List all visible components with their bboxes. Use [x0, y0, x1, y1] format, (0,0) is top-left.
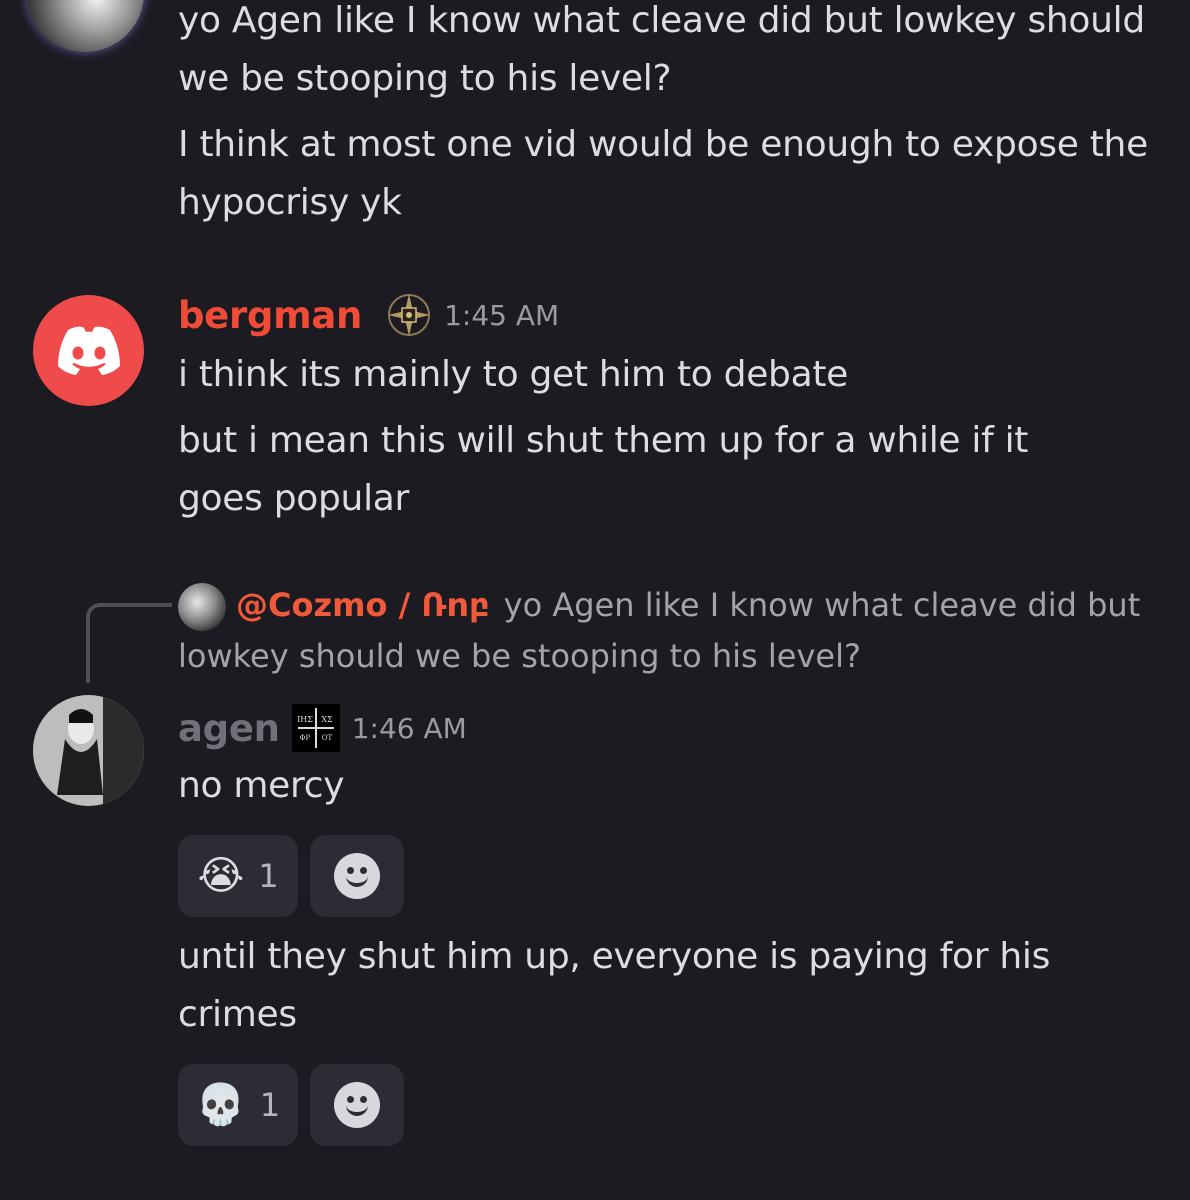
chat-log: yo Agen like I know what cleave did but …: [0, 0, 1190, 1200]
reply-username[interactable]: @Cozmo / Ռnբ: [236, 586, 490, 624]
add-reaction-button[interactable]: [310, 1064, 404, 1146]
message-text: no mercy: [178, 765, 345, 806]
user-avatar-agen[interactable]: [33, 695, 144, 806]
message-text: but i mean this will shut them up for a …: [178, 420, 1029, 519]
icxc-badge-icon[interactable]: ΙΗΣ ΧΣ ΦΡ ΟΤ: [291, 704, 340, 752]
svg-text:ΙΗΣ: ΙΗΣ: [297, 715, 313, 724]
message-text: yo Agen like I know what cleave did but …: [178, 0, 1145, 99]
message-text: i think its mainly to get him to debate: [178, 354, 849, 395]
add-reaction-button[interactable]: [310, 835, 404, 917]
message-header: bergman 1:45 AM: [178, 290, 559, 340]
reaction-skull[interactable]: 💀 1: [178, 1064, 298, 1146]
message-text: until they shut him up, everyone is payi…: [178, 936, 1051, 1035]
svg-text:ΧΣ: ΧΣ: [321, 715, 333, 724]
timestamp: 1:46 AM: [351, 711, 467, 745]
reply-reference[interactable]: @Cozmo / Ռnբ yo Agen like I know what cle…: [178, 580, 1168, 681]
message-text: I think at most one vid would be enough …: [178, 124, 1148, 223]
cross-badge-icon[interactable]: [386, 292, 432, 338]
skull-emoji-icon: 💀: [195, 1082, 246, 1128]
reaction-count: 1: [258, 857, 279, 895]
reply-avatar: [178, 583, 226, 631]
reaction-count: 1: [259, 1086, 281, 1124]
reaction-crying[interactable]: 😭 1: [178, 835, 298, 917]
username[interactable]: agen: [178, 707, 280, 750]
svg-text:ΟΤ: ΟΤ: [321, 734, 332, 742]
loudly-crying-emoji-icon: 😭: [197, 853, 245, 899]
user-avatar-cozmo[interactable]: [26, 0, 144, 52]
message-header: agen ΙΗΣ ΧΣ ΦΡ ΟΤ 1:46 AM: [178, 703, 467, 753]
timestamp: 1:45 AM: [444, 298, 560, 332]
reply-connector: [86, 603, 172, 683]
smile-icon: [334, 1082, 380, 1128]
smile-icon: [334, 853, 380, 899]
discord-logo-icon: [57, 326, 120, 375]
discord-avatar[interactable]: [33, 295, 144, 406]
username[interactable]: bergman: [178, 294, 362, 337]
svg-text:ΦΡ: ΦΡ: [299, 734, 310, 742]
